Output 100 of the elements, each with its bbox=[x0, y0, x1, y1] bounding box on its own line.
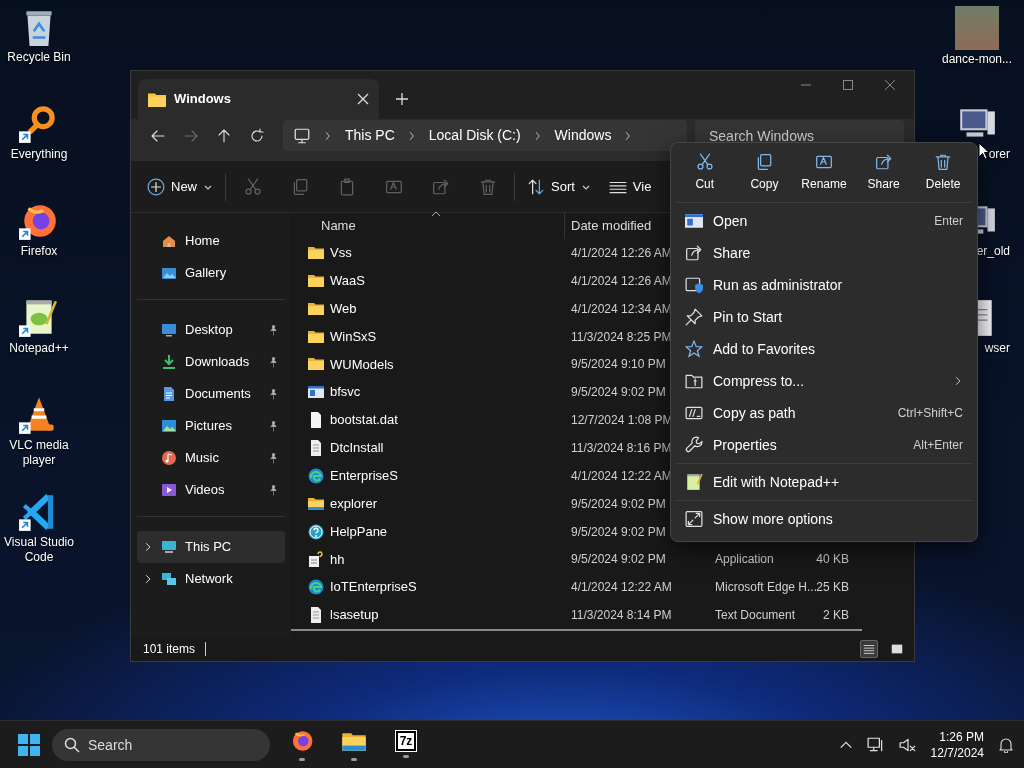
text-file-icon bbox=[308, 607, 324, 624]
share-icon bbox=[685, 244, 703, 262]
search-field[interactable]: Search bbox=[52, 728, 270, 761]
folder-icon bbox=[308, 356, 324, 373]
house-icon bbox=[161, 233, 177, 249]
shortcut-text: Ctrl+Shift+C bbox=[897, 405, 963, 422]
network-icon bbox=[161, 571, 177, 587]
shield-window-icon bbox=[685, 276, 703, 294]
desktop-icon-label[interactable]: orer bbox=[988, 147, 1010, 162]
file-name[interactable]: WUModels bbox=[330, 354, 394, 375]
file-name[interactable]: WaaS bbox=[330, 271, 365, 291]
photo-placeholder bbox=[955, 6, 999, 50]
sidebar-item[interactable]: Network bbox=[137, 563, 285, 595]
desktop-icon-label[interactable]: Firefox bbox=[20, 244, 58, 259]
refresh-icon[interactable] bbox=[248, 128, 265, 144]
delete-button[interactable]: Delete bbox=[914, 143, 973, 202]
film-icon bbox=[161, 482, 177, 498]
menu-item[interactable]: Properties Alt+Enter bbox=[675, 429, 973, 461]
type-cell-text: Text Document bbox=[714, 607, 797, 625]
file-name[interactable]: bootstat.dat bbox=[330, 410, 398, 430]
expand-box-icon bbox=[685, 510, 703, 528]
breadcrumb-item[interactable]: This PC bbox=[345, 125, 395, 146]
file-name[interactable]: lsasetup bbox=[330, 605, 379, 625]
file-name[interactable]: DtcInstall bbox=[330, 438, 384, 458]
desktop-icon-label[interactable]: Everything bbox=[10, 147, 68, 162]
pin-icon[interactable] bbox=[268, 388, 279, 400]
sidebar-item[interactable]: Documents bbox=[137, 378, 285, 410]
chevron-icon[interactable] bbox=[143, 574, 153, 584]
desktop-icon-label[interactable]: Visual Studio Code bbox=[0, 535, 78, 565]
scissors-icon bbox=[695, 152, 714, 171]
file-name[interactable]: WinSxS bbox=[330, 326, 377, 347]
sort-button[interactable]: Sort bbox=[521, 169, 597, 204]
sidebar-item[interactable]: Videos bbox=[137, 474, 285, 506]
chevron-icon[interactable] bbox=[143, 542, 153, 552]
menu-item[interactable]: Run as administrator bbox=[675, 269, 973, 301]
date-cell-text: 9/5/2024 9:02 PM bbox=[570, 551, 666, 569]
file-name[interactable]: HelpPane bbox=[330, 521, 388, 542]
share-icon bbox=[874, 152, 893, 171]
menu-item[interactable]: Share bbox=[675, 237, 973, 269]
horizontal-scrollbar[interactable] bbox=[291, 629, 862, 631]
item-count: 101 items bbox=[143, 641, 196, 658]
view-button[interactable]: Vie bbox=[602, 169, 658, 204]
menu-item[interactable]: Compress to... bbox=[675, 365, 973, 397]
close-icon[interactable] bbox=[884, 79, 896, 91]
file-name[interactable]: explorer bbox=[330, 493, 377, 514]
bell-icon[interactable] bbox=[998, 736, 1014, 753]
help-file-icon bbox=[308, 551, 324, 568]
file-name[interactable]: IoTEnterpriseS bbox=[330, 577, 417, 597]
pin-icon[interactable] bbox=[268, 452, 279, 464]
menu-item[interactable]: Edit with Notepad++ bbox=[675, 466, 973, 498]
archiver-taskbar-button[interactable]: 7z bbox=[386, 724, 426, 765]
address-bar[interactable]: This PC Local Disk (C:) Windows bbox=[283, 120, 687, 151]
menu-item[interactable]: Copy as path Ctrl+Shift+C bbox=[675, 397, 973, 429]
breadcrumb-item[interactable]: Local Disk (C:) bbox=[428, 125, 521, 146]
shortcut-text: Alt+Enter bbox=[913, 437, 963, 454]
computer-icon bbox=[161, 539, 177, 555]
sidebar-item[interactable]: Downloads bbox=[137, 346, 285, 378]
pin-icon[interactable] bbox=[268, 484, 279, 496]
desktop-icon bbox=[161, 322, 177, 338]
maximize-icon[interactable] bbox=[842, 79, 854, 91]
document-icon bbox=[161, 386, 177, 402]
new-button[interactable]: New bbox=[141, 169, 219, 204]
desktop-icon-label[interactable]: er_old bbox=[976, 244, 1010, 259]
pin-icon[interactable] bbox=[268, 324, 279, 336]
file-name[interactable]: hh bbox=[330, 549, 345, 570]
sidebar-item[interactable]: Music bbox=[137, 442, 285, 474]
details-view-button[interactable] bbox=[860, 640, 878, 658]
sidebar-item[interactable]: This PC bbox=[137, 531, 285, 563]
clock-date[interactable]: 12/7/2024 bbox=[930, 744, 984, 761]
desktop-icon-label[interactable]: Notepad++ bbox=[9, 341, 69, 356]
breadcrumb-item[interactable]: Windows bbox=[554, 125, 612, 146]
file-name[interactable]: Web bbox=[330, 298, 357, 319]
folder-icon bbox=[308, 300, 324, 317]
menu-item[interactable]: Add to Favorites bbox=[675, 333, 973, 365]
back-arrow-icon[interactable] bbox=[149, 128, 166, 144]
column-header[interactable]: Name bbox=[293, 213, 565, 239]
start-icon[interactable] bbox=[18, 733, 40, 756]
pin-icon[interactable] bbox=[268, 420, 279, 432]
menu-item[interactable]: Show more options bbox=[675, 503, 973, 535]
file-name[interactable]: bfsvc bbox=[330, 382, 361, 402]
desktop-icon-label[interactable]: Recycle Bin bbox=[7, 50, 71, 65]
pin-icon[interactable] bbox=[268, 356, 279, 368]
desktop-icon-label[interactable]: VLC media player bbox=[0, 438, 78, 468]
file-name[interactable]: Vss bbox=[330, 243, 352, 263]
plus-icon[interactable] bbox=[395, 92, 409, 106]
desktop-icon-label[interactable]: dance-mon... bbox=[941, 52, 1012, 67]
sidebar-item[interactable]: Desktop bbox=[137, 314, 285, 346]
file-icon bbox=[308, 412, 324, 429]
clock-time[interactable]: 1:26 PM bbox=[930, 728, 984, 745]
window-tab[interactable]: Windows bbox=[138, 79, 379, 119]
sidebar-item[interactable]: Home bbox=[137, 225, 285, 257]
desktop-icon-label[interactable]: wser bbox=[984, 341, 1010, 356]
menu-item[interactable]: Pin to Start bbox=[675, 301, 973, 333]
network-monitor-icon[interactable] bbox=[866, 735, 885, 754]
shortcut-text: Enter bbox=[934, 213, 963, 230]
details-view-icon bbox=[862, 642, 876, 656]
sidebar-item[interactable]: Gallery bbox=[137, 257, 285, 289]
file-name[interactable]: EnterpriseS bbox=[330, 466, 398, 486]
sidebar-item[interactable]: Pictures bbox=[137, 410, 285, 442]
monitor-icon bbox=[293, 126, 311, 145]
